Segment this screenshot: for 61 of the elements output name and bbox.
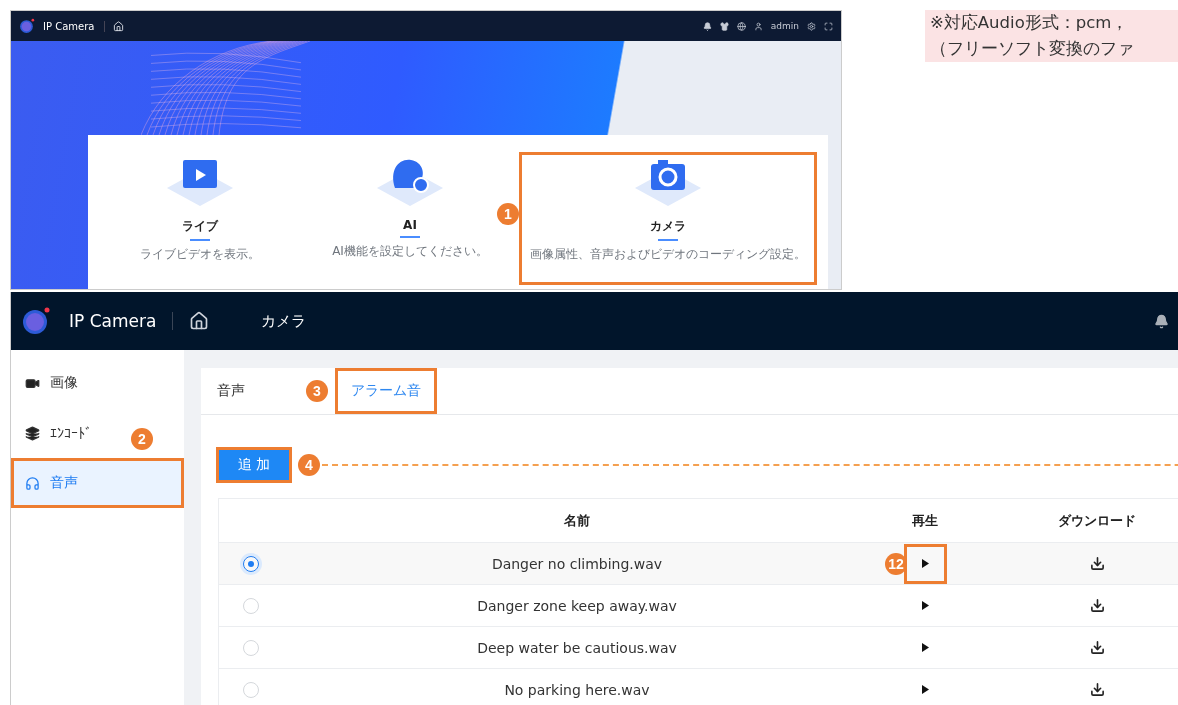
- app-title: IP Camera: [69, 312, 174, 330]
- step-number-badge: 4: [298, 454, 320, 476]
- tab[interactable]: 音声: [217, 368, 261, 414]
- sidebar-item[interactable]: 画像: [11, 358, 92, 408]
- sidebar-item[interactable]: 音声: [11, 458, 184, 508]
- user-icon[interactable]: [753, 21, 763, 31]
- step-number-badge: 2: [131, 428, 153, 450]
- bell-icon[interactable]: [702, 21, 712, 31]
- step-number-badge: 12: [885, 552, 907, 575]
- play-icon: [921, 685, 929, 694]
- sidebar-item[interactable]: ｴﾝｺｰﾄﾞ: [11, 408, 106, 458]
- file-name: Danger zone keep away.wav: [476, 597, 678, 614]
- logo-icon: [19, 18, 35, 34]
- note-text: ※対応Audio形式：pcm，: [930, 12, 1130, 34]
- user-name[interactable]: admin: [770, 21, 799, 31]
- column-header: 再生: [911, 511, 939, 530]
- download-icon[interactable]: [1089, 556, 1105, 571]
- download-icon[interactable]: [1089, 598, 1105, 613]
- module-description: ライブビデオを表示。: [140, 246, 260, 263]
- step-number-badge: 1: [497, 203, 519, 225]
- globe-icon[interactable]: [736, 21, 746, 31]
- sidebar-label: 音声: [50, 474, 78, 492]
- play-icon: [921, 643, 929, 652]
- settings-icon[interactable]: [807, 21, 816, 31]
- fullscreen-icon[interactable]: [824, 21, 833, 31]
- module-title: カメラ: [650, 218, 686, 235]
- layers-icon: [25, 425, 40, 441]
- column-header: ダウンロード: [1057, 511, 1137, 530]
- sidebar-label: ｴﾝｺｰﾄﾞ: [50, 425, 92, 441]
- bell-icon[interactable]: [1154, 313, 1169, 329]
- play-icon: [921, 559, 929, 568]
- module-title: AI: [403, 218, 417, 232]
- module-description: AI機能を設定してください。: [332, 243, 488, 260]
- module-tile[interactable]: カメラ 画像属性、音声およびビデオのコーディング設定。: [519, 152, 817, 285]
- step-number-badge: 3: [306, 380, 328, 402]
- file-name: Deep water be cautious.wav: [476, 639, 678, 656]
- download-icon[interactable]: [1089, 640, 1105, 655]
- app-title: IP Camera: [43, 20, 106, 32]
- sidebar-label: 画像: [50, 374, 78, 392]
- play-icon: [921, 601, 929, 610]
- module-title: ライブ: [182, 218, 218, 235]
- note-text: （フリーソフト変換のファ: [930, 38, 1135, 60]
- file-name: Danger no climbing.wav: [490, 555, 664, 572]
- home-icon[interactable]: [113, 20, 125, 32]
- page-title: カメラ: [261, 311, 307, 331]
- video-window-icon: [165, 158, 235, 206]
- home-icon[interactable]: [189, 311, 210, 331]
- play-button[interactable]: [903, 543, 947, 584]
- add-button[interactable]: 追 加: [216, 447, 292, 483]
- headphones-icon: [25, 475, 40, 491]
- file-name: No parking here.wav: [503, 681, 651, 698]
- tab[interactable]: アラーム音: [335, 368, 437, 414]
- module-tile[interactable]: ライブ ライブビデオを表示。: [99, 152, 301, 285]
- table-row[interactable]: Danger no climbing.wav 12: [219, 543, 1178, 585]
- module-description: 画像属性、音声およびビデオのコーディング設定。: [530, 246, 806, 263]
- shirt-icon[interactable]: [719, 21, 729, 31]
- logo-icon: [21, 306, 51, 336]
- radio-button[interactable]: [242, 555, 259, 572]
- column-header: 名前: [563, 511, 591, 530]
- camera-icon: [633, 158, 703, 206]
- download-icon[interactable]: [1089, 682, 1105, 697]
